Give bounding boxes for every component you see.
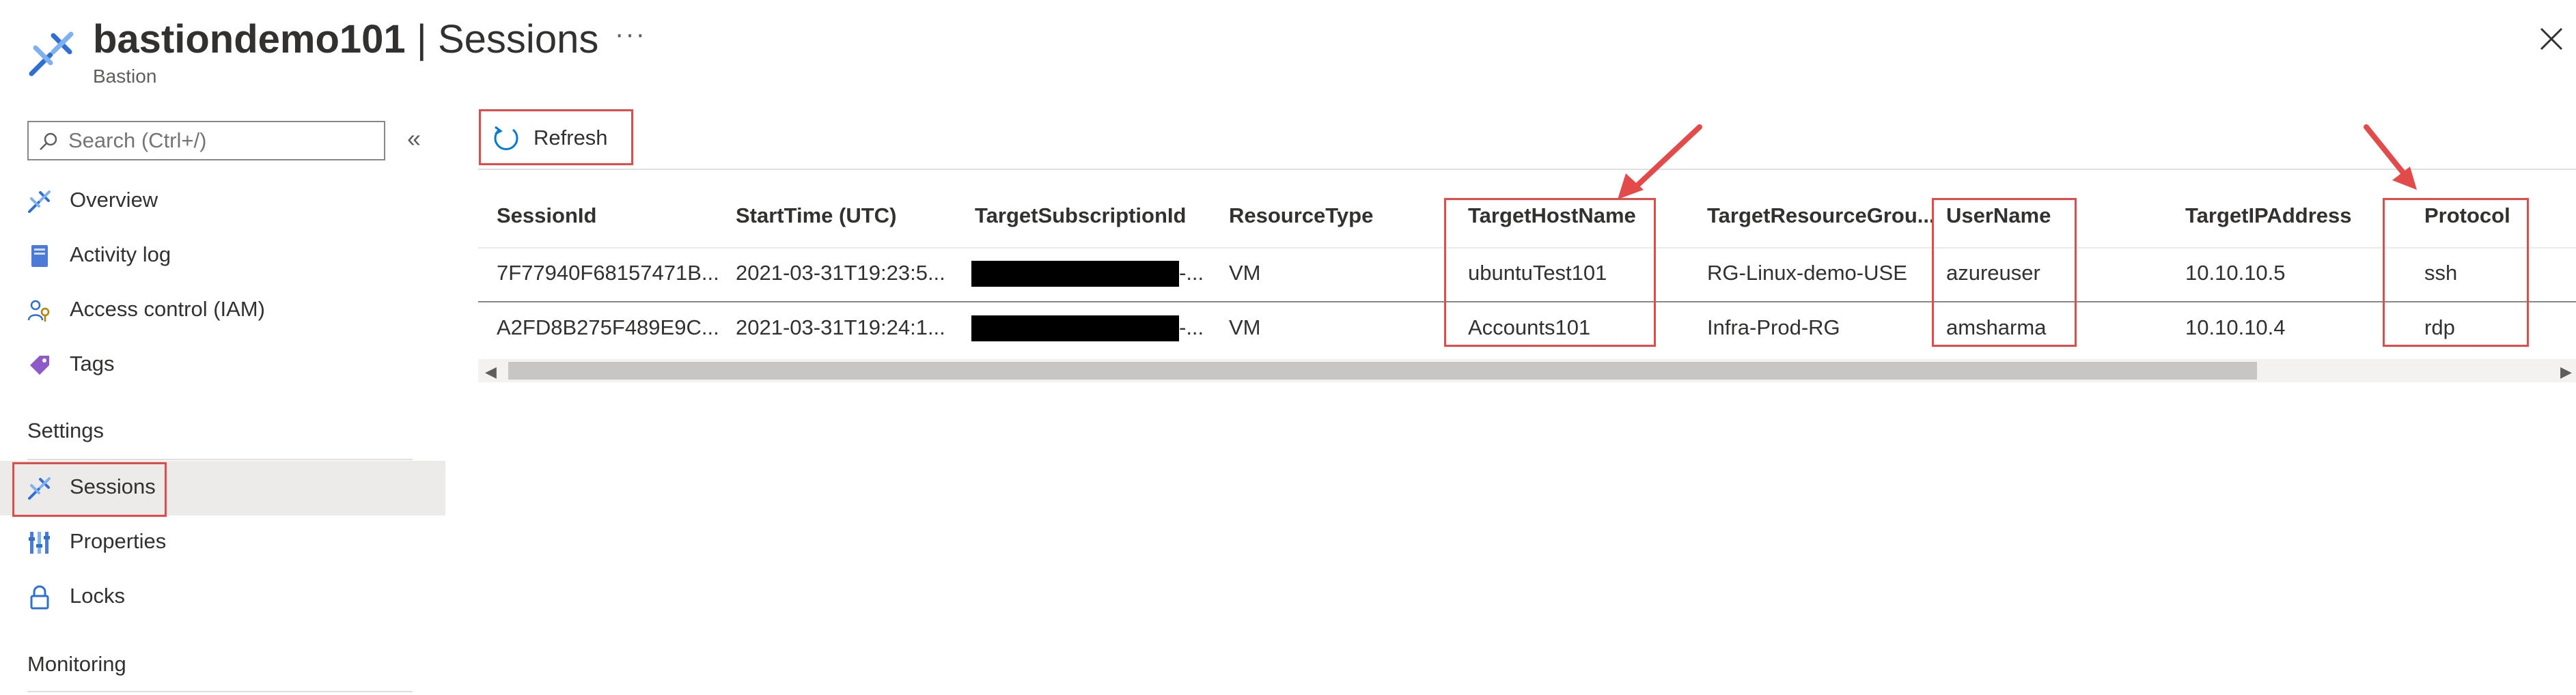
title-separator: |: [405, 17, 438, 61]
cell-starttime: 2021-03-31T19:24:1...: [736, 315, 945, 339]
lock-icon: [30, 585, 49, 610]
refresh-highlight-box: [479, 109, 633, 165]
cell-sessionid: 7F77940F68157471B...: [497, 261, 719, 285]
column-header-targetsubscriptionid[interactable]: TargetSubscriptionId: [975, 203, 1186, 228]
cell-targetipaddress: 10.10.10.4: [2185, 315, 2286, 339]
column-header-starttime[interactable]: StartTime (UTC): [736, 203, 896, 228]
arrow-to-targethostname: [1618, 124, 1702, 199]
column-header-sessionid[interactable]: SessionId: [497, 203, 596, 228]
sidebar-item-label: Access control (IAM): [70, 297, 265, 321]
section-divider: [27, 691, 413, 692]
cell-targetresourcegroup: RG-Linux-demo-USE: [1707, 261, 1907, 285]
redacted-subscription-id: [971, 261, 1179, 287]
horizontal-scrollbar-thumb[interactable]: [508, 362, 2257, 380]
close-icon[interactable]: [2538, 26, 2564, 52]
properties-icon: [29, 532, 50, 554]
cell-sessionid: A2FD8B275F489E9C...: [497, 315, 719, 339]
sidebar-item-label: Overview: [70, 188, 158, 212]
toolbar-divider: [478, 169, 2576, 170]
protocol-highlight-box: [2383, 198, 2529, 347]
column-header-targetipaddress[interactable]: TargetIPAddress: [2185, 203, 2351, 228]
sidebar-item-label: Locks: [70, 584, 125, 608]
cell-starttime: 2021-03-31T19:23:5...: [736, 261, 945, 285]
cell-targetipaddress: 10.10.10.5: [2185, 261, 2286, 285]
cell-targetresourcegroup: Infra-Prod-RG: [1707, 315, 1840, 339]
scroll-left-icon[interactable]: ◀: [485, 363, 497, 381]
sidebar-item-overview[interactable]: Overview: [0, 174, 445, 229]
bastion-icon: [28, 190, 51, 213]
activity-log-icon: [31, 245, 48, 267]
search-icon: [40, 132, 57, 150]
username-highlight-box: [1932, 198, 2077, 347]
cell-targetsubscriptionid: -...: [1179, 315, 1204, 339]
sidebar-item-activity-log[interactable]: Activity log: [0, 229, 445, 283]
more-options-button[interactable]: ···: [615, 19, 646, 50]
settings-section-title: Settings: [27, 419, 105, 442]
resource-type: Bastion: [93, 66, 157, 87]
redacted-subscription-id: [971, 315, 1179, 341]
iam-icon: [27, 300, 50, 322]
targethostname-highlight-box: [1444, 198, 1656, 347]
sidebar: « Overview Activity log Access control (…: [0, 102, 445, 695]
monitoring-section-title: Monitoring: [27, 652, 126, 676]
column-header-resourcetype[interactable]: ResourceType: [1229, 203, 1373, 228]
search-box[interactable]: [27, 121, 385, 160]
cell-resourcetype: VM: [1229, 315, 1261, 339]
title-block: bastiondemo101 | Sessions Bastion: [93, 15, 598, 87]
sidebar-item-locks[interactable]: Locks: [0, 570, 445, 625]
sidebar-item-label: Tags: [70, 352, 115, 375]
page-title: bastiondemo101 | Sessions: [93, 15, 598, 64]
sidebar-item-access-control[interactable]: Access control (IAM): [0, 283, 445, 338]
search-input[interactable]: [68, 126, 376, 155]
sidebar-item-properties[interactable]: Properties: [0, 515, 445, 570]
sidebar-item-label: Properties: [70, 529, 167, 553]
cell-resourcetype: VM: [1229, 261, 1261, 285]
arrow-to-protocol: [2364, 124, 2417, 190]
column-header-targetresourcegroup[interactable]: TargetResourceGrou...: [1707, 203, 1935, 228]
page-name: Sessions: [437, 17, 599, 61]
section-divider: [27, 459, 413, 460]
sidebar-item-label: Activity log: [70, 242, 171, 266]
cell-targetsubscriptionid: -...: [1179, 261, 1204, 285]
scroll-right-icon[interactable]: ▶: [2560, 363, 2572, 381]
sidebar-item-tags[interactable]: Tags: [0, 338, 445, 393]
resource-name: bastiondemo101: [93, 17, 406, 61]
bastion-icon: [29, 31, 74, 76]
tag-icon: [30, 356, 49, 375]
sessions-highlight-box: [12, 462, 167, 517]
collapse-sidebar-button[interactable]: «: [407, 124, 421, 153]
page-header: bastiondemo101 | Sessions Bastion ···: [0, 0, 2576, 102]
